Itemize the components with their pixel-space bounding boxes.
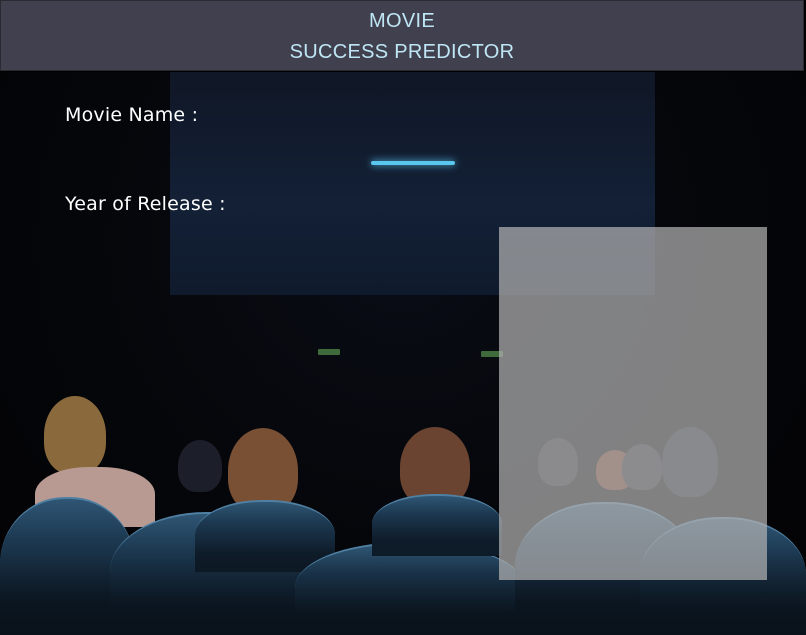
year-of-release-label: Year of Release : bbox=[65, 193, 226, 215]
app-window: MOVIE SUCCESS PREDICTOR Movie Name : Yea… bbox=[0, 0, 806, 635]
result-panel bbox=[499, 227, 767, 580]
page-title-line2: SUCCESS PREDICTOR bbox=[289, 41, 515, 63]
page-title-line1: MOVIE bbox=[369, 10, 435, 32]
header-bar: MOVIE SUCCESS PREDICTOR bbox=[0, 0, 804, 71]
movie-name-label: Movie Name : bbox=[65, 104, 199, 126]
